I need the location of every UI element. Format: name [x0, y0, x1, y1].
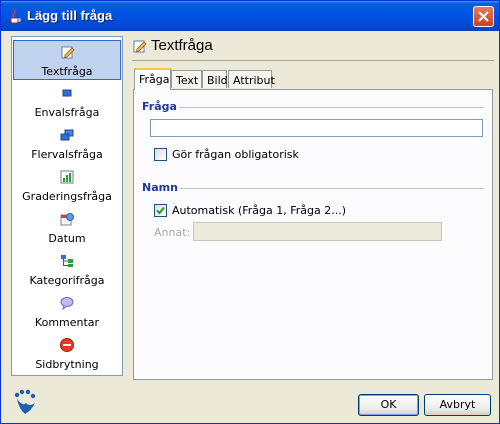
sidebar-item-label: Kategorifråga — [29, 274, 105, 287]
sidebar-item-sidbrytning[interactable]: Sidbrytning — [13, 334, 121, 374]
single-choice-icon — [62, 89, 72, 97]
sidebar-item-datum[interactable]: Datum — [13, 208, 121, 248]
section-divider — [180, 188, 484, 189]
other-name-input — [193, 222, 442, 241]
section-heading-namn: Namn — [142, 181, 178, 194]
tab-text[interactable]: Text — [171, 70, 202, 88]
sidebar-item-label: Sidbrytning — [35, 358, 99, 371]
pencil-doc-icon — [61, 46, 75, 59]
window-title: Lägg till fråga — [27, 8, 113, 23]
checkmark-icon — [156, 206, 165, 215]
tab-panel: Fråga Gör frågan obligatorisk Namn Autom… — [133, 89, 493, 380]
java-cup-icon — [10, 9, 21, 24]
tab-attribut[interactable]: Attribut — [228, 70, 275, 88]
speech-bubble-icon — [60, 297, 74, 310]
calendar-icon — [60, 213, 74, 226]
close-icon — [478, 11, 489, 22]
automatic-label: Automatisk (Fråga 1, Fråga 2...) — [172, 204, 347, 217]
sidebar-item-label: Envalsfråga — [34, 106, 100, 119]
sidebar-item-kategorifraga[interactable]: Kategorifråga — [13, 250, 121, 290]
sidebar-item-label: Flervalsfråga — [31, 148, 103, 161]
sidebar-item-label: Textfråga — [41, 65, 93, 78]
title-bar[interactable]: Lägg till fråga — [1, 1, 499, 31]
bar-chart-icon — [60, 170, 74, 184]
sidebar-item-kommentar[interactable]: Kommentar — [13, 292, 121, 332]
stop-sign-icon — [60, 338, 74, 352]
sidebar-item-flervalsfraga[interactable]: Flervalsfråga — [13, 124, 121, 164]
sidebar-item-label: Graderingsfråga — [22, 190, 112, 203]
dialog-window: Lägg till fråga Textfråga Envalsfråga Fl… — [0, 0, 500, 424]
question-input[interactable] — [150, 119, 483, 137]
tab-fraga[interactable]: Fråga — [134, 68, 171, 90]
hand-logo-icon — [14, 389, 36, 414]
close-button[interactable] — [473, 6, 494, 27]
mandatory-label: Gör frågan obligatorisk — [172, 148, 299, 161]
tab-bild[interactable]: Bild — [202, 70, 228, 88]
ok-button[interactable]: OK — [358, 394, 419, 416]
question-type-list: Textfråga Envalsfråga Flervalsfråga Grad… — [11, 36, 123, 376]
mandatory-checkbox[interactable] — [154, 148, 167, 161]
section-divider — [179, 107, 484, 108]
multi-choice-icon — [60, 129, 74, 141]
sidebar-item-label: Kommentar — [34, 316, 100, 329]
pencil-doc-icon — [133, 40, 147, 53]
sidebar-item-envalsfraga[interactable]: Envalsfråga — [13, 82, 121, 122]
sidebar-item-textfraga[interactable]: Textfråga — [13, 40, 121, 80]
other-name-label: Annat: — [154, 226, 191, 239]
section-heading-fraga: Fråga — [142, 100, 177, 113]
sidebar-item-label: Datum — [48, 232, 86, 245]
page-title: Textfråga — [151, 37, 213, 54]
cancel-button[interactable]: Avbryt — [424, 394, 491, 416]
sidebar-item-graderingsfraga[interactable]: Graderingsfråga — [13, 166, 121, 206]
header-divider — [132, 60, 494, 61]
tree-icon — [61, 255, 73, 267]
automatic-checkbox[interactable] — [154, 204, 167, 217]
